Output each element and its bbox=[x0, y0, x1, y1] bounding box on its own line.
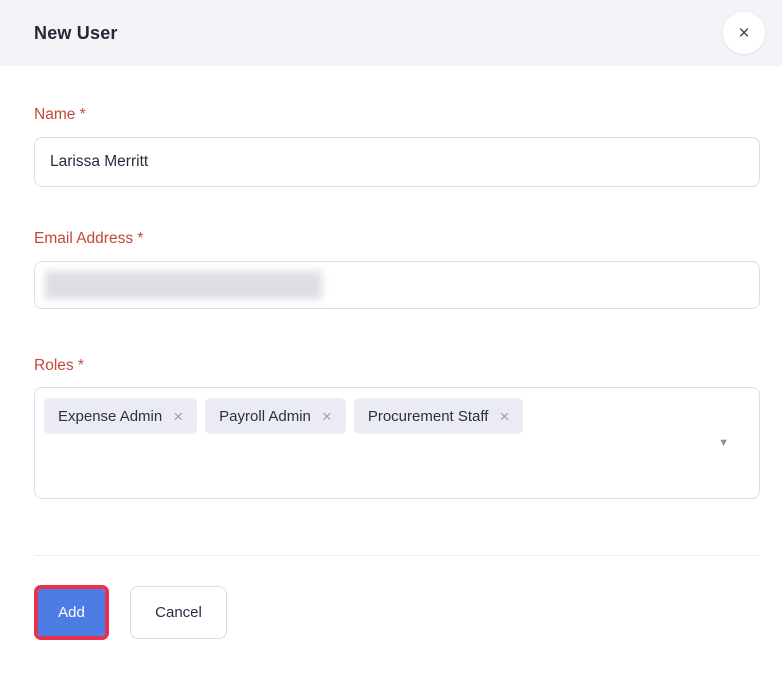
email-field-group: Email Address * bbox=[34, 187, 760, 309]
roles-field-group: Roles * Expense Admin × Payroll Admin × … bbox=[34, 309, 760, 499]
chip-remove-icon[interactable]: × bbox=[499, 408, 509, 425]
new-user-dialog: New User × Name * Larissa Merritt Email … bbox=[0, 0, 782, 684]
dialog-title: New User bbox=[34, 23, 723, 44]
cancel-button[interactable]: Cancel bbox=[130, 586, 227, 639]
name-input[interactable]: Larissa Merritt bbox=[34, 137, 760, 187]
role-chip-label: Payroll Admin bbox=[219, 408, 311, 425]
role-chip-label: Procurement Staff bbox=[368, 408, 489, 425]
dropdown-arrow-icon[interactable]: ▼ bbox=[718, 437, 729, 449]
name-field-group: Name * Larissa Merritt bbox=[34, 66, 760, 187]
chip-remove-icon[interactable]: × bbox=[322, 408, 332, 425]
role-chip-procurement-staff: Procurement Staff × bbox=[354, 398, 524, 434]
dialog-header: New User × bbox=[0, 0, 782, 66]
chip-remove-icon[interactable]: × bbox=[173, 408, 183, 425]
role-chip-label: Expense Admin bbox=[58, 408, 162, 425]
footer-divider bbox=[34, 555, 760, 556]
name-input-value: Larissa Merritt bbox=[50, 153, 148, 171]
add-button[interactable]: Add bbox=[38, 589, 105, 636]
dialog-body: Name * Larissa Merritt Email Address * R… bbox=[0, 66, 782, 639]
email-input[interactable] bbox=[34, 261, 760, 309]
close-button[interactable]: × bbox=[723, 12, 765, 54]
close-icon: × bbox=[738, 24, 749, 43]
email-label: Email Address * bbox=[34, 187, 760, 248]
role-chip-expense-admin: Expense Admin × bbox=[44, 398, 197, 434]
roles-multiselect[interactable]: Expense Admin × Payroll Admin × Procurem… bbox=[34, 387, 760, 499]
roles-chip-list: Expense Admin × Payroll Admin × Procurem… bbox=[44, 398, 711, 434]
actions-row: Add Cancel bbox=[34, 586, 760, 639]
roles-label: Roles * bbox=[34, 309, 760, 375]
name-label: Name * bbox=[34, 66, 760, 124]
email-redacted-value bbox=[45, 271, 322, 299]
role-chip-payroll-admin: Payroll Admin × bbox=[205, 398, 346, 434]
